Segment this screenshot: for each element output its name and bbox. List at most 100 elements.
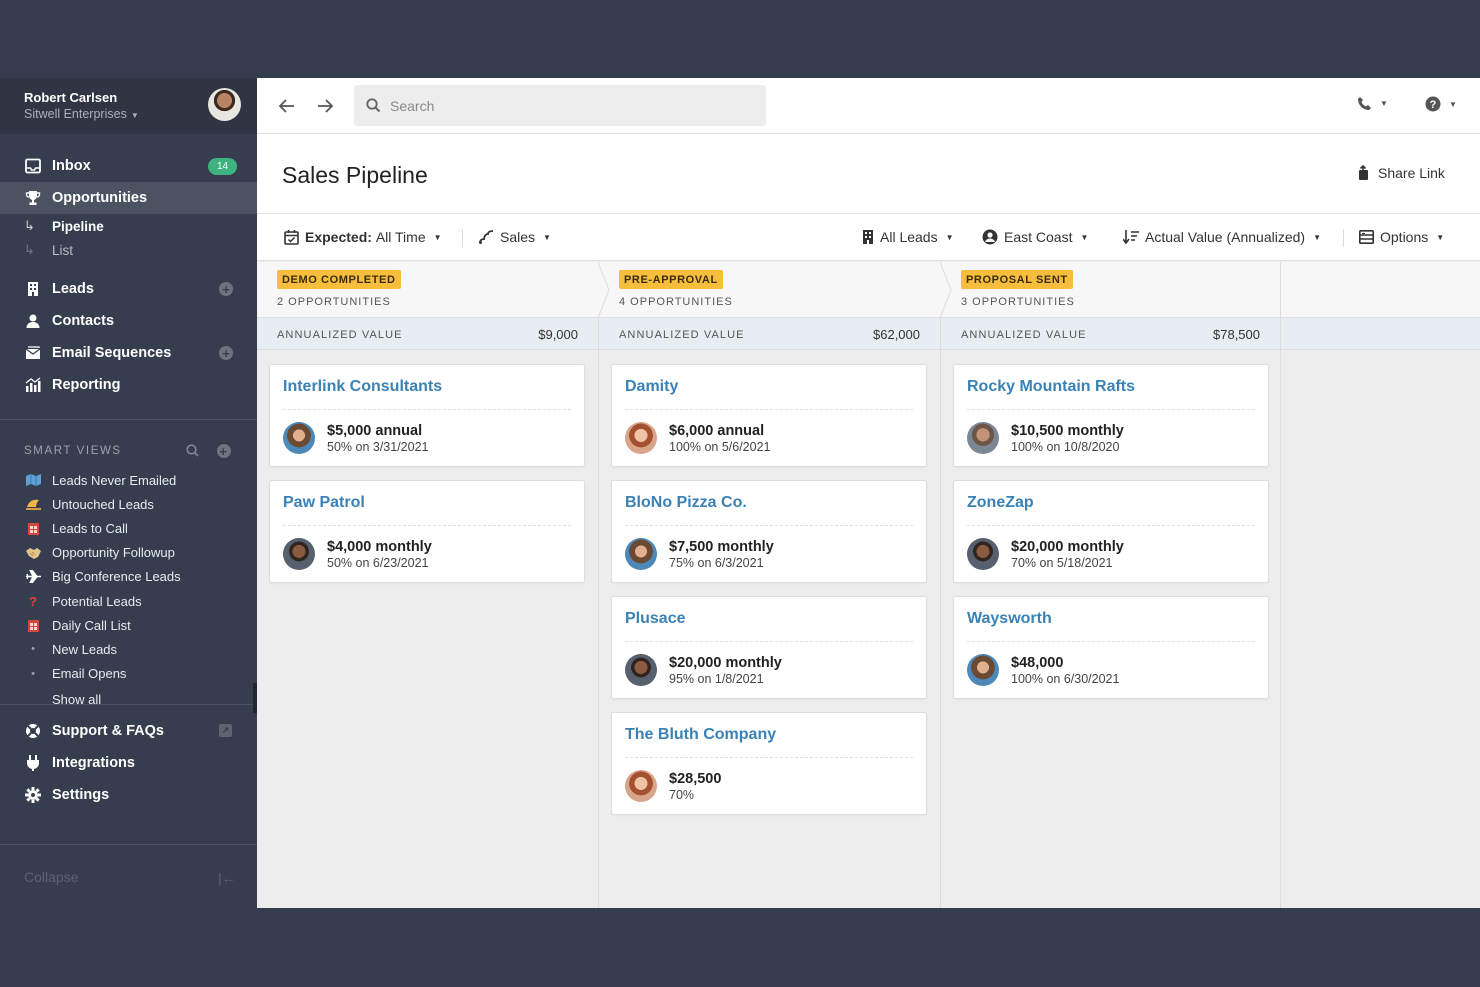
smart-view-item[interactable]: Opportunity Followup bbox=[0, 541, 257, 565]
page-header: Sales Pipeline Share Link bbox=[257, 134, 1480, 214]
expected-filter[interactable]: Expected: All Time ▼ bbox=[284, 229, 442, 245]
stage-badge: PROPOSAL SENT bbox=[961, 270, 1073, 289]
company-name[interactable]: Damity bbox=[625, 378, 678, 396]
opportunity-card[interactable]: Interlink Consultants $5,000 annual 50% … bbox=[269, 364, 585, 467]
contact-avatar bbox=[283, 422, 315, 454]
stage-badge: DEMO COMPLETED bbox=[277, 270, 401, 289]
funnel-steps-icon bbox=[479, 230, 494, 244]
back-arrow-icon[interactable] bbox=[277, 96, 297, 116]
envelopes-icon bbox=[24, 344, 42, 362]
smart-view-item[interactable]: Leads Never Emailed bbox=[0, 468, 257, 492]
smart-view-label: Untouched Leads bbox=[52, 496, 154, 512]
nav-contacts[interactable]: Contacts bbox=[0, 305, 257, 337]
smart-view-item[interactable]: Leads to Call bbox=[0, 516, 257, 540]
nav-leads[interactable]: Leads + bbox=[0, 273, 257, 305]
inbox-icon bbox=[24, 157, 42, 175]
handshake-icon bbox=[24, 546, 42, 560]
external-link-icon[interactable]: ↗ bbox=[219, 723, 232, 737]
opportunity-card[interactable]: Plusace $20,000 monthly 95% on 1/8/2021 bbox=[611, 596, 927, 699]
nav-inbox[interactable]: Inbox 14 bbox=[0, 150, 257, 182]
company-name[interactable]: Plusace bbox=[625, 610, 685, 628]
account-switcher[interactable]: Robert Carlsen Sitwell Enterprises ▼ bbox=[0, 78, 257, 134]
search-input[interactable]: Search bbox=[354, 85, 766, 126]
company-name[interactable]: Waysworth bbox=[967, 610, 1052, 628]
chevron-divider bbox=[598, 262, 610, 318]
lifebuoy-icon bbox=[24, 722, 42, 740]
map-icon bbox=[24, 473, 42, 487]
leads-filter[interactable]: All Leads ▼ bbox=[862, 229, 954, 245]
add-lead-icon[interactable]: + bbox=[219, 282, 233, 296]
contact-avatar bbox=[967, 654, 999, 686]
nav-reporting[interactable]: Reporting bbox=[0, 369, 257, 401]
nav-reporting-label: Reporting bbox=[52, 377, 121, 393]
show-all-smart-views[interactable]: Show all bbox=[0, 686, 257, 704]
nav-inbox-label: Inbox bbox=[52, 158, 91, 174]
nav-settings[interactable]: Settings bbox=[0, 779, 257, 811]
add-smart-view-icon[interactable]: + bbox=[217, 444, 231, 458]
share-link-button[interactable]: Share Link bbox=[1357, 165, 1445, 181]
nav-support[interactable]: Support & FAQs ↗ bbox=[0, 715, 257, 747]
help-menu[interactable]: ? ▼ bbox=[1425, 96, 1457, 112]
smart-view-item[interactable]: ? Potential Leads bbox=[0, 589, 257, 613]
opportunity-card[interactable]: Waysworth $48,000 100% on 6/30/2021 bbox=[953, 596, 1269, 699]
forward-arrow-icon[interactable] bbox=[315, 96, 335, 116]
annualized-value-row: ANNUALIZED VALUE $62,000 bbox=[599, 318, 940, 350]
smart-view-item[interactable]: • New Leads bbox=[0, 637, 257, 661]
smart-view-item[interactable]: • Email Opens bbox=[0, 662, 257, 686]
opportunity-card[interactable]: Rocky Mountain Rafts $10,500 monthly 100… bbox=[953, 364, 1269, 467]
nav-email-sequences[interactable]: Email Sequences + bbox=[0, 337, 257, 369]
opportunity-card[interactable]: Paw Patrol $4,000 monthly 50% on 6/23/20… bbox=[269, 480, 585, 583]
smart-view-item[interactable]: Untouched Leads bbox=[0, 492, 257, 516]
company-name[interactable]: ZoneZap bbox=[967, 494, 1034, 512]
territory-filter[interactable]: East Coast ▼ bbox=[982, 229, 1088, 245]
opportunity-detail: 50% on 6/23/2021 bbox=[327, 556, 429, 570]
nav-list[interactable]: ↳ List bbox=[0, 238, 257, 262]
nav-pipeline[interactable]: ↳ Pipeline bbox=[0, 214, 257, 238]
user-avatar[interactable] bbox=[208, 88, 241, 121]
add-sequence-icon[interactable]: + bbox=[219, 346, 233, 360]
smart-view-item[interactable]: Daily Call List bbox=[0, 613, 257, 637]
nav-integrations[interactable]: Integrations bbox=[0, 747, 257, 779]
caret-down-icon: ▼ bbox=[1436, 232, 1445, 242]
options-menu[interactable]: Options ▼ bbox=[1359, 229, 1444, 245]
opportunity-detail: 100% on 6/30/2021 bbox=[1011, 672, 1120, 686]
contact-avatar bbox=[625, 654, 657, 686]
smart-view-label: New Leads bbox=[52, 641, 118, 657]
opportunity-value: $20,000 monthly bbox=[1011, 539, 1124, 555]
opportunity-value: $6,000 annual bbox=[669, 423, 765, 439]
opportunity-detail: 100% on 10/8/2020 bbox=[1011, 440, 1120, 454]
annualized-value: $9,000 bbox=[538, 327, 578, 342]
pipeline-filter[interactable]: Sales ▼ bbox=[479, 229, 551, 245]
caret-down-icon: ▼ bbox=[433, 232, 442, 242]
company-name[interactable]: Interlink Consultants bbox=[283, 378, 442, 396]
opportunity-value: $20,000 monthly bbox=[669, 655, 782, 671]
airplane-icon bbox=[24, 570, 42, 584]
options-icon bbox=[1359, 230, 1374, 244]
company-name[interactable]: Paw Patrol bbox=[283, 494, 365, 512]
smart-views-header: SMART VIEWS + bbox=[0, 434, 257, 468]
options-label: Options bbox=[1380, 229, 1429, 245]
opportunity-detail: 70% bbox=[669, 788, 695, 802]
org-label: Sitwell Enterprises bbox=[24, 107, 127, 121]
contact-avatar bbox=[967, 422, 999, 454]
smart-view-item[interactable]: Big Conference Leads bbox=[0, 565, 257, 589]
nav-opportunities[interactable]: Opportunities bbox=[0, 182, 257, 214]
smart-view-label: Leads to Call bbox=[52, 520, 128, 536]
phone-menu[interactable]: ▼ bbox=[1357, 96, 1388, 111]
opportunity-value: $7,500 monthly bbox=[669, 539, 774, 555]
opportunity-card[interactable]: The Bluth Company $28,500 70% bbox=[611, 712, 927, 815]
leads-filter-label: All Leads bbox=[880, 229, 938, 245]
search-smart-views-icon[interactable] bbox=[186, 444, 199, 457]
company-name[interactable]: Rocky Mountain Rafts bbox=[967, 378, 1135, 396]
smart-view-label: Potential Leads bbox=[52, 593, 142, 609]
opportunity-card[interactable]: ZoneZap $20,000 monthly 70% on 5/18/2021 bbox=[953, 480, 1269, 583]
stage-badge: PRE-APPROVAL bbox=[619, 270, 723, 289]
trophy-icon bbox=[24, 189, 42, 207]
chevron-divider bbox=[940, 262, 952, 318]
company-name[interactable]: The Bluth Company bbox=[625, 726, 776, 744]
opportunity-card[interactable]: Damity $6,000 annual 100% on 5/6/2021 bbox=[611, 364, 927, 467]
collapse-sidebar-button[interactable]: Collapse |← bbox=[0, 844, 257, 908]
company-name[interactable]: BloNo Pizza Co. bbox=[625, 494, 747, 512]
opportunity-card[interactable]: BloNo Pizza Co. $7,500 monthly 75% on 6/… bbox=[611, 480, 927, 583]
sort-filter[interactable]: Actual Value (Annualized) ▼ bbox=[1123, 229, 1321, 245]
